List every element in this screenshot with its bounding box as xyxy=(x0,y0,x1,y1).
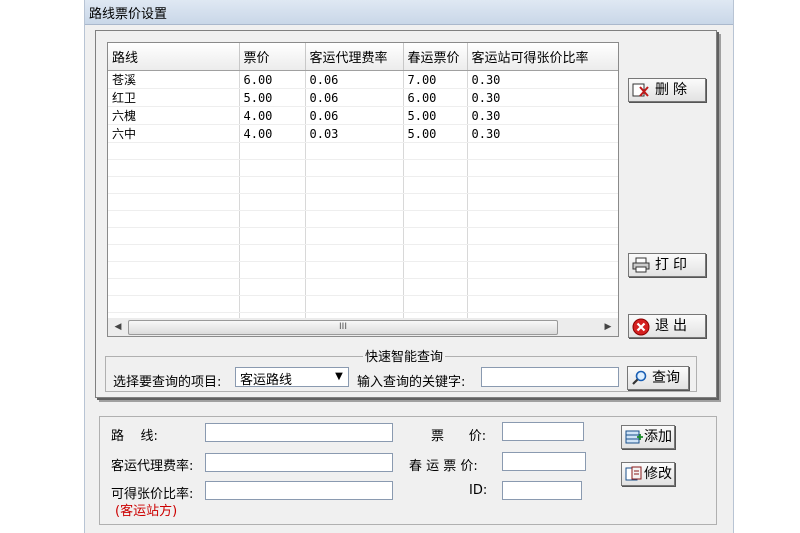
empty-row xyxy=(108,142,618,160)
cell-price: 6.00 xyxy=(239,70,306,89)
add-button-label: 添加 xyxy=(644,429,672,445)
add-record-icon xyxy=(625,429,643,445)
agent-rate-field[interactable] xyxy=(205,453,393,472)
delete-button-label: 删除 xyxy=(655,82,691,98)
cell-price: 4.00 xyxy=(239,106,306,125)
cell-spring-price: 5.00 xyxy=(403,124,468,143)
route-field[interactable] xyxy=(205,423,393,442)
quick-query-title: 快速智能查询 xyxy=(363,346,446,365)
table-row[interactable]: 红卫 5.00 0.06 6.00 0.30 xyxy=(108,88,618,107)
cell-ratio: 0.30 xyxy=(467,124,618,143)
cell-ratio: 0.30 xyxy=(467,106,618,125)
empty-row xyxy=(108,244,618,262)
delete-button[interactable]: 删除 xyxy=(628,78,706,102)
printer-icon xyxy=(632,257,650,273)
chevron-down-icon[interactable]: ▼ xyxy=(332,370,346,384)
route-label: 路 线: xyxy=(111,429,158,444)
cell-agent-rate: 0.06 xyxy=(305,106,404,125)
empty-row xyxy=(108,278,618,296)
table-header-row: 路线 票价 客运代理费率 春运票价 客运站可得张价比率 xyxy=(108,43,618,71)
ratio-field[interactable] xyxy=(205,481,393,500)
query-button[interactable]: 查询 xyxy=(627,366,689,390)
cell-route: 六槐 xyxy=(108,106,240,125)
cell-agent-rate: 0.06 xyxy=(305,70,404,89)
agent-rate-label: 客运代理费率: xyxy=(111,459,194,474)
spring-price-label: 春 运 票 价: xyxy=(409,459,478,474)
route-price-table[interactable]: 路线 票价 客运代理费率 春运票价 客运站可得张价比率 苍溪 6.00 0.06… xyxy=(107,42,619,320)
cell-price: 4.00 xyxy=(239,124,306,143)
cell-route: 红卫 xyxy=(108,88,240,107)
ratio-note: (客运站方) xyxy=(115,504,178,519)
query-item-select[interactable]: 客运路线 ▼ xyxy=(235,367,349,388)
column-header-agent-rate[interactable]: 客运代理费率 xyxy=(305,43,404,71)
table-row[interactable]: 六中 4.00 0.03 5.00 0.30 xyxy=(108,124,618,143)
column-header-ratio[interactable]: 客运站可得张价比率 xyxy=(467,43,618,71)
cell-spring-price: 6.00 xyxy=(403,88,468,107)
cell-route: 苍溪 xyxy=(108,70,240,89)
exit-x-icon xyxy=(632,318,650,336)
column-header-price[interactable]: 票价 xyxy=(239,43,306,71)
table-row[interactable]: 苍溪 6.00 0.06 7.00 0.30 xyxy=(108,70,618,89)
cell-agent-rate: 0.06 xyxy=(305,88,404,107)
empty-row xyxy=(108,176,618,194)
price-label: 票 价: xyxy=(431,429,487,444)
add-button[interactable]: 添加 xyxy=(621,425,675,449)
print-button-label: 打印 xyxy=(655,257,691,273)
empty-row xyxy=(108,193,618,211)
title-bar[interactable]: 路线票价设置 xyxy=(85,0,733,25)
spring-price-field[interactable] xyxy=(502,452,586,471)
magnifier-icon xyxy=(631,370,649,386)
column-header-spring-price[interactable]: 春运票价 xyxy=(403,43,468,71)
cell-ratio: 0.30 xyxy=(467,70,618,89)
empty-row xyxy=(108,227,618,245)
cell-ratio: 0.30 xyxy=(467,88,618,107)
empty-row xyxy=(108,261,618,279)
query-item-label: 选择要查询的项目: xyxy=(113,375,222,390)
id-label: ID: xyxy=(469,483,488,498)
exit-button-label: 退出 xyxy=(655,318,691,334)
edit-button[interactable]: 修改 xyxy=(621,462,675,486)
query-item-selected: 客运路线 xyxy=(240,373,293,388)
empty-row xyxy=(108,159,618,177)
keyword-label: 输入查询的关键字: xyxy=(357,375,466,390)
query-button-label: 查询 xyxy=(652,370,680,386)
scroll-thumb[interactable]: III xyxy=(128,320,558,335)
delete-x-icon xyxy=(632,82,650,98)
price-field[interactable] xyxy=(502,422,584,441)
keyword-input[interactable] xyxy=(481,367,619,387)
empty-row xyxy=(108,295,618,313)
edit-button-label: 修改 xyxy=(644,466,672,482)
cell-spring-price: 7.00 xyxy=(403,70,468,89)
horizontal-scrollbar[interactable]: ◀ III ▶ xyxy=(107,318,619,337)
cell-route: 六中 xyxy=(108,124,240,143)
exit-button[interactable]: 退出 xyxy=(628,314,706,338)
id-field[interactable] xyxy=(502,481,582,500)
cell-spring-price: 5.00 xyxy=(403,106,468,125)
window-title: 路线票价设置 xyxy=(89,7,168,22)
column-header-route[interactable]: 路线 xyxy=(108,43,240,71)
table-row[interactable]: 六槐 4.00 0.06 5.00 0.30 xyxy=(108,106,618,125)
scroll-right-icon[interactable]: ▶ xyxy=(600,319,616,335)
scroll-left-icon[interactable]: ◀ xyxy=(110,319,126,335)
cell-price: 5.00 xyxy=(239,88,306,107)
print-button[interactable]: 打印 xyxy=(628,253,706,277)
main-window: 路线票价设置 路线 票价 客运代理费率 春运票价 客运站可得张价比率 苍溪 6. xyxy=(84,0,734,533)
edit-record-icon xyxy=(625,466,643,482)
empty-row xyxy=(108,210,618,228)
cell-agent-rate: 0.03 xyxy=(305,124,404,143)
